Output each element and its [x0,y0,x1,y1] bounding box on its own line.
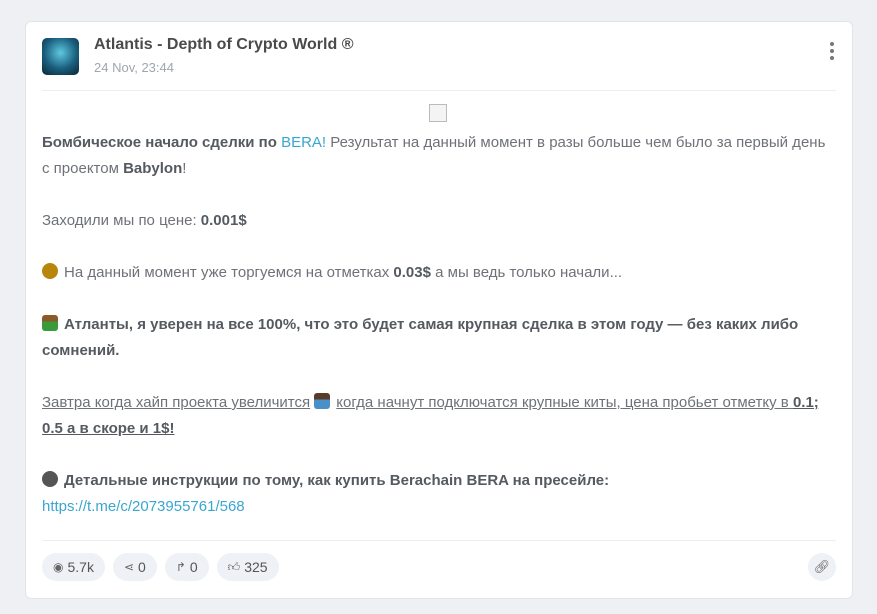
text: Babylon [123,160,183,177]
person-thinking-icon [314,393,331,409]
forward-icon: ↱ [175,560,186,574]
views-count: 5.7k [67,559,94,575]
post-stats: ◉ 5.7k ⋖ 0 ↱ 0 👍︎ 325 [42,553,279,581]
text-link[interactable]: Завтра когда хайп проекта увеличится [42,394,310,411]
text: Заходили мы по цене: [42,212,201,229]
forwards-count: 0 [189,559,198,575]
likes-button[interactable]: 👍︎ 325 [216,553,279,581]
text: На данный момент уже торгуемся на отметк… [64,264,394,281]
text: 0.001$ [200,212,247,229]
divider [42,90,836,91]
text: а мы ведь только начали... [430,264,623,281]
shares-count: 0 [138,559,146,575]
divider [42,540,836,541]
pen-icon [42,471,58,487]
share-icon: ⋖ [123,560,135,574]
bera-link[interactable]: BERA! [281,134,326,151]
broken-image [429,104,447,122]
trophy-icon [42,263,58,279]
text: Атланты, я уверен на все 100%, что это б… [42,316,799,359]
person-icon [42,315,58,331]
eye-icon: ◉ [53,560,64,574]
post-card: Atlantis - Depth of Crypto World ® 24 No… [25,21,853,599]
shares-button[interactable]: ⋖ 0 [112,553,157,581]
text: Детальные инструкции по тому, как купить… [64,472,610,489]
link-icon[interactable]: 🔗︎ [808,553,836,581]
text: 0.03$ [393,264,431,281]
text-link[interactable]: когда начнут подключатся крупные киты, ц… [336,394,793,411]
thumbs-up-icon: 👍︎ [227,559,241,574]
forwards-button[interactable]: ↱ 0 [164,553,209,581]
likes-count: 325 [244,559,268,575]
more-options-icon[interactable] [830,42,836,60]
post-date: 24 Nov, 23:44 [94,60,174,75]
text: ! [182,160,187,177]
text: Бомбическое начало сделки по [42,134,282,151]
telegram-link[interactable]: https://t.me/c/2073955761/568 [42,498,245,515]
channel-title[interactable]: Atlantis - Depth of Crypto World ® [94,36,353,54]
views-button[interactable]: ◉ 5.7k [42,553,105,581]
post-body: Бомбическое начало сделки по BERA! Резул… [42,130,832,546]
channel-avatar[interactable] [42,38,79,75]
